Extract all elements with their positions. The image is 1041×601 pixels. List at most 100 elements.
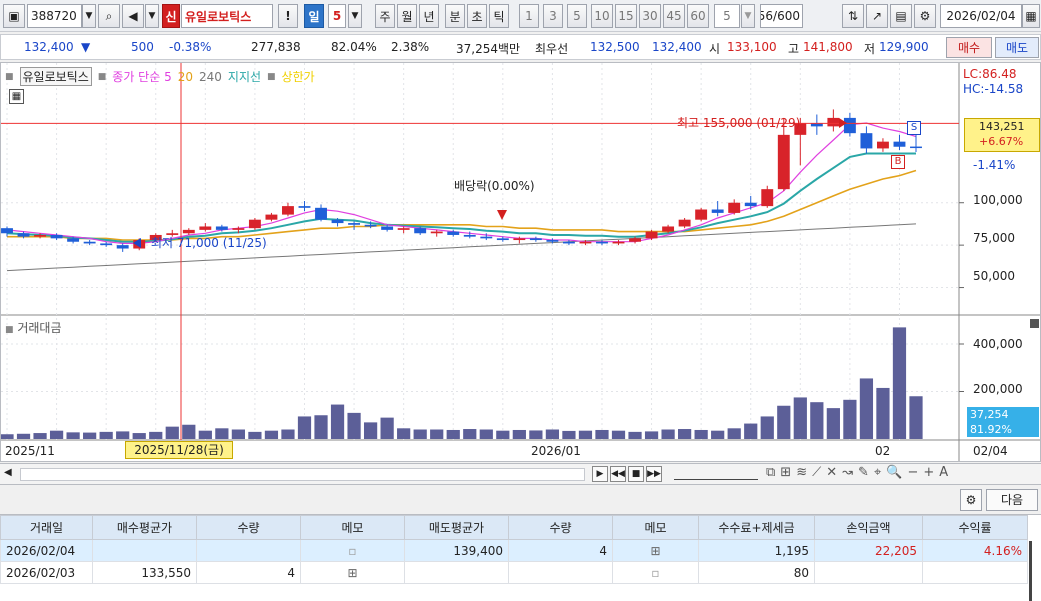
magnet-icon[interactable]: ⌖ xyxy=(874,465,881,480)
volume-bar xyxy=(760,416,774,439)
table-row[interactable]: 2026/02/03 133,550 4 ⊞ ▫ 80 xyxy=(0,561,1028,584)
wave-icon[interactable]: ≋ xyxy=(796,465,807,480)
col-buy-qty[interactable]: 수량 xyxy=(196,515,301,540)
chart-scrollbar[interactable] xyxy=(20,468,585,481)
table-row[interactable]: 2026/02/04 ▫ 139,400 4 ⊞ 1,195 22,205 4.… xyxy=(0,539,1028,562)
table-scrollbar[interactable] xyxy=(1029,541,1032,601)
stock-code-input[interactable]: 388720 xyxy=(27,4,82,28)
interval-1[interactable]: 1 xyxy=(519,4,539,28)
rewind-icon[interactable]: ◀◀ xyxy=(610,466,626,482)
zoom-out-icon[interactable]: − xyxy=(907,465,918,480)
memo-empty-icon[interactable]: ▫ xyxy=(348,544,356,558)
legend-ma240[interactable]: 240 xyxy=(199,70,222,84)
sell-marker[interactable]: S xyxy=(907,121,921,135)
legend-ma5[interactable]: 종가 단순 5 xyxy=(112,68,171,85)
col-profit[interactable]: 손익금액 xyxy=(814,515,923,540)
chart-panel[interactable]: ■ 유일로보틱스 ■ 종가 단순 5 20 240 지지선 ■ 상한가 ▦ LC… xyxy=(0,62,1041,462)
col-sell-avg[interactable]: 매도평균가 xyxy=(404,515,509,540)
col-buy-memo[interactable]: 메모 xyxy=(300,515,405,540)
volume-bar xyxy=(33,433,47,439)
interval-input[interactable]: 5 xyxy=(714,4,740,28)
settings-icon[interactable]: ⚙ xyxy=(914,4,936,28)
play-icon[interactable]: ▶ xyxy=(592,466,608,482)
credit-badge: 신 xyxy=(162,4,180,28)
interval-10[interactable]: 10 xyxy=(591,4,613,28)
memo-add-icon[interactable]: ⊞ xyxy=(347,566,357,580)
col-buy-avg[interactable]: 매수평균가 xyxy=(92,515,197,540)
memo-empty-icon[interactable]: ▫ xyxy=(651,566,659,580)
trend-tool-icon[interactable]: ↗ xyxy=(866,4,888,28)
code-dropdown-icon[interactable]: ▼ xyxy=(82,4,96,28)
buy-marker[interactable]: B xyxy=(891,155,905,169)
zoom-in-icon[interactable]: + xyxy=(923,465,934,480)
period-week[interactable]: 주 xyxy=(375,4,395,28)
stop-icon[interactable]: ■ xyxy=(628,466,644,482)
sell-button[interactable]: 매도 xyxy=(995,37,1039,58)
memo-add-icon[interactable]: ⊞ xyxy=(650,544,660,558)
save-icon[interactable]: ▤ xyxy=(890,4,912,28)
layout-icon[interactable]: ⧉ xyxy=(766,465,775,480)
col-return[interactable]: 수익률 xyxy=(922,515,1028,540)
legend-ma20[interactable]: 20 xyxy=(178,70,193,84)
draw-icon[interactable]: ✎ xyxy=(858,465,869,480)
screen-icon[interactable]: ▣ xyxy=(3,4,25,28)
volume-bar xyxy=(380,417,394,439)
col-fee-tax[interactable]: 수수료+제세금 xyxy=(698,515,815,540)
period-second[interactable]: 초 xyxy=(467,4,487,28)
col-sell-memo[interactable]: 메모 xyxy=(612,515,699,540)
calendar-icon[interactable]: ▦ xyxy=(1022,4,1040,28)
chart-canvas[interactable] xyxy=(1,63,1040,461)
font-icon[interactable]: A xyxy=(939,465,948,480)
period-year[interactable]: 년 xyxy=(419,4,439,28)
legend-stock-name[interactable]: 유일로보틱스 xyxy=(19,67,92,86)
buy-button[interactable]: 매수 xyxy=(946,37,992,58)
period-minute[interactable]: 분 xyxy=(445,4,465,28)
cell-buy-memo[interactable]: ⊞ xyxy=(300,561,405,584)
zigzag-icon[interactable]: ↝ xyxy=(842,465,853,480)
stock-name[interactable]: 유일로보틱스 xyxy=(181,4,273,28)
data-count-input[interactable]: 56/600 xyxy=(760,4,803,28)
interval-3[interactable]: 3 xyxy=(543,4,563,28)
interval-dropdown-icon[interactable]: ▼ xyxy=(741,4,755,28)
indicator-icon[interactable]: ⇅ xyxy=(842,4,864,28)
volume-bar xyxy=(595,429,609,439)
interval-5[interactable]: 5 xyxy=(567,4,587,28)
interval-60[interactable]: 60 xyxy=(687,4,709,28)
interval-30[interactable]: 30 xyxy=(639,4,661,28)
scroll-left-icon[interactable]: ◀ xyxy=(4,467,12,478)
window-icon[interactable]: ⊞ xyxy=(780,465,791,480)
period-multiplier[interactable]: 5 xyxy=(328,4,346,28)
table-settings-icon[interactable]: ⚙ xyxy=(960,489,982,511)
multiplier-dropdown-icon[interactable]: ▼ xyxy=(348,4,362,28)
period-day[interactable]: 일 xyxy=(304,4,324,28)
speed-slider[interactable] xyxy=(674,469,758,480)
date-input[interactable]: 2026/02/04 xyxy=(940,4,1022,28)
warning-icon[interactable]: ! xyxy=(278,4,298,28)
col-trade-date[interactable]: 거래일 xyxy=(0,515,93,540)
period-tick[interactable]: 틱 xyxy=(489,4,509,28)
grid-table-icon[interactable]: ▦ xyxy=(9,89,24,104)
search-icon[interactable]: ⌕ xyxy=(98,4,120,28)
cell-sell-memo[interactable]: ▫ xyxy=(612,561,699,584)
period-month[interactable]: 월 xyxy=(397,4,417,28)
legend-limit[interactable]: 상한가 xyxy=(282,68,315,85)
sound-dropdown-icon[interactable]: ▼ xyxy=(145,4,159,28)
next-button[interactable]: 다음 xyxy=(986,489,1038,511)
line-tool-icon[interactable]: ⟋ xyxy=(812,465,821,480)
cell-sell-memo[interactable]: ⊞ xyxy=(612,539,699,562)
volume-bar xyxy=(562,430,576,439)
col-sell-qty[interactable]: 수량 xyxy=(508,515,613,540)
high-label: 고 xyxy=(788,42,800,56)
interval-45[interactable]: 45 xyxy=(663,4,685,28)
zoom-icon[interactable]: 🔍 xyxy=(886,465,902,480)
cell-fee-tax: 80 xyxy=(698,561,815,584)
pane-close-icon[interactable] xyxy=(1030,319,1039,328)
legend-support[interactable]: 지지선 xyxy=(228,68,261,85)
interval-15[interactable]: 15 xyxy=(615,4,637,28)
cell-buy-memo[interactable]: ▫ xyxy=(300,539,405,562)
forward-icon[interactable]: ▶▶ xyxy=(646,466,662,482)
cross-icon[interactable]: ✕ xyxy=(826,465,837,480)
volume-bar xyxy=(843,399,857,439)
volume: 277,838 xyxy=(251,40,301,54)
sound-icon[interactable]: ◀ xyxy=(122,4,144,28)
